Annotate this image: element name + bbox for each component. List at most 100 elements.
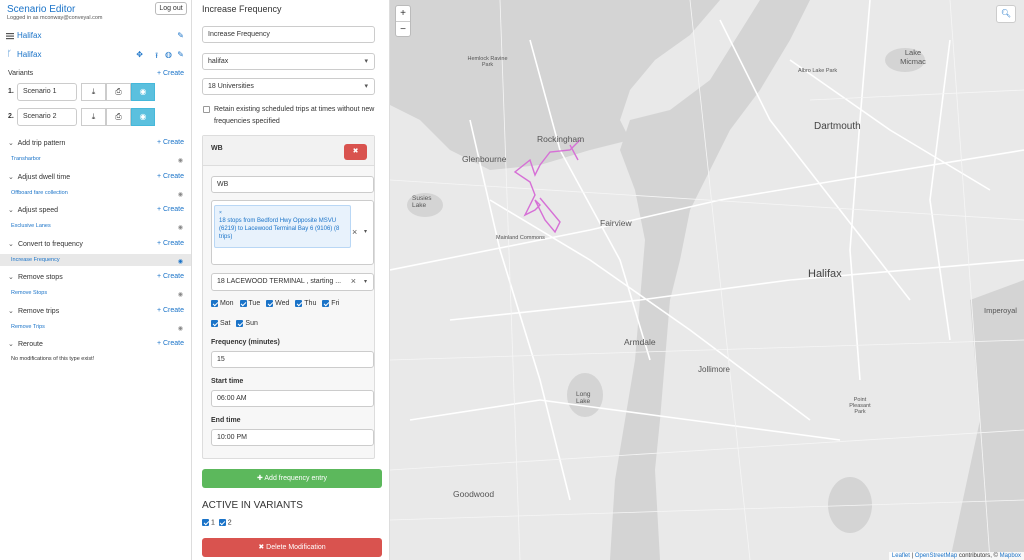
feed-value: halifax <box>208 58 229 65</box>
variant-1-checkbox[interactable] <box>202 519 209 526</box>
edit-project-icon[interactable]: ✎ <box>177 31 184 40</box>
project-name[interactable]: Halifax <box>17 31 41 40</box>
day-checkbox[interactable] <box>211 300 218 307</box>
chevron-down-icon: ⌄ <box>8 207 14 214</box>
zoom-in-button[interactable]: + <box>396 6 410 21</box>
bundle-name[interactable]: Halifax <box>17 50 41 59</box>
logout-button[interactable]: Log out <box>155 2 187 15</box>
project-row: Halifax ✎ <box>0 29 191 46</box>
add-frequency-entry-button[interactable]: ✚ Add frequency entry <box>202 469 382 488</box>
map-label: Lake Micmac <box>900 48 926 66</box>
entry-name-input[interactable]: WB <box>211 176 374 193</box>
create-modification-button[interactable]: + Create <box>157 173 184 180</box>
trip-select[interactable]: 18 LACEWOOD TERMINAL , starting ... × ▾ <box>211 273 374 291</box>
modification-item[interactable]: Exclusive Lanes ◉ <box>0 220 191 234</box>
show-variant-button[interactable]: ◉ <box>131 83 155 101</box>
clear-icon[interactable]: × <box>352 227 357 237</box>
day-checkbox[interactable] <box>322 300 330 307</box>
category-toggle[interactable]: ⌄ Remove trips <box>8 307 59 315</box>
day-checkbox[interactable] <box>295 300 303 307</box>
app-title: Scenario Editor <box>7 4 76 15</box>
day-option[interactable]: Sat <box>211 320 230 327</box>
create-modification-button[interactable]: + Create <box>157 240 184 247</box>
category-toggle[interactable]: ⌄ Adjust dwell time <box>8 173 70 181</box>
mapbox-link[interactable]: Mapbox <box>1000 553 1021 559</box>
variant-2-checkbox[interactable] <box>218 519 226 526</box>
print-button[interactable]: ⎙ <box>106 108 131 126</box>
create-modification-button[interactable]: + Create <box>157 273 184 280</box>
eye-icon[interactable]: ◉ <box>178 289 183 301</box>
retain-trips-checkbox[interactable] <box>203 106 210 113</box>
modification-item[interactable]: Remove Trips ◉ <box>0 321 191 335</box>
eye-icon[interactable]: ◉ <box>178 189 183 201</box>
download-button[interactable]: ⤓ <box>81 108 106 126</box>
modification-item[interactable]: Offboard fare collection ◉ <box>0 187 191 201</box>
category-toggle[interactable]: ⌄ Add trip pattern <box>8 139 65 147</box>
create-modification-button[interactable]: + Create <box>157 139 184 146</box>
map-label: Long Lake <box>576 391 591 405</box>
segment-tag[interactable]: × 18 stops from Bedford Hwy Opposite MSV… <box>214 205 351 248</box>
remove-entry-button[interactable]: ✖ <box>344 144 367 160</box>
eye-icon[interactable]: ◉ <box>178 155 183 167</box>
logged-in-text: Logged in as mconway@conveyal.com <box>7 15 103 21</box>
day-checkbox[interactable] <box>239 300 247 307</box>
eye-icon[interactable]: ◉ <box>178 323 183 335</box>
globe-icon[interactable]: ◍ <box>165 50 172 59</box>
trip-value: 18 LACEWOOD TERMINAL , starting ... <box>217 278 342 285</box>
day-option[interactable]: Fri <box>322 300 339 307</box>
feed-select[interactable]: halifax ▾ <box>202 53 375 70</box>
remove-tag-icon[interactable]: × <box>219 210 222 216</box>
category-toggle[interactable]: ⌄ Reroute <box>8 340 43 348</box>
modification-category: ⌄ Adjust dwell time + Create <box>0 168 191 185</box>
chevron-down-icon[interactable]: ▾ <box>364 278 367 285</box>
category-toggle[interactable]: ⌄ Adjust speed <box>8 206 58 214</box>
leaflet-link[interactable]: Leaflet <box>892 553 910 559</box>
day-option[interactable]: Thu <box>295 300 316 307</box>
edit-bundle-icon[interactable]: ✎ <box>177 50 184 59</box>
eye-icon[interactable]: ◉ <box>178 222 183 234</box>
create-variant-button[interactable]: + Create <box>157 70 184 77</box>
print-button[interactable]: ⎙ <box>106 83 131 101</box>
day-checkbox[interactable] <box>236 320 244 327</box>
day-checkbox[interactable] <box>266 300 274 307</box>
clear-icon[interactable]: × <box>351 276 356 286</box>
day-option[interactable]: Sun <box>236 320 258 327</box>
chevron-down-icon[interactable]: ▾ <box>364 228 367 235</box>
segment-select[interactable]: × 18 stops from Bedford Hwy Opposite MSV… <box>211 200 374 265</box>
create-label: Create <box>162 306 184 314</box>
day-checkbox[interactable] <box>211 320 218 327</box>
variant-name-input[interactable]: Scenario 2 <box>17 108 77 126</box>
map-view[interactable]: Rockingham Glenbourne Fairview Halifax D… <box>390 0 1024 560</box>
retain-trips-option[interactable]: Retain existing scheduled trips at times… <box>202 104 377 128</box>
modification-item[interactable]: Remove Stops ◉ <box>0 287 191 301</box>
category-toggle[interactable]: ⌄ Remove stops <box>8 273 63 281</box>
upload-icon[interactable]: ⭱ <box>155 50 158 64</box>
crosshair-icon[interactable]: ✥ <box>136 50 143 59</box>
end-time-input[interactable]: 10:00 PM <box>211 429 374 446</box>
day-label: Wed <box>275 300 290 308</box>
modification-item[interactable]: Increase Frequency ◉ <box>0 253 191 268</box>
osm-link[interactable]: OpenStreetMap <box>915 553 957 559</box>
eye-icon: ◉ <box>139 112 147 121</box>
zoom-out-button[interactable]: − <box>396 21 410 36</box>
chevron-down-icon: ⌄ <box>8 140 14 147</box>
day-option[interactable]: Tue <box>239 300 260 307</box>
map-search-button[interactable]: 🔍︎ <box>996 5 1016 23</box>
variant-name-input[interactable]: Scenario 1 <box>17 83 77 101</box>
create-modification-button[interactable]: + Create <box>157 307 184 314</box>
modification-item[interactable]: Transharbor ◉ <box>0 153 191 167</box>
day-option[interactable]: Mon <box>211 300 234 307</box>
create-modification-button[interactable]: + Create <box>157 340 184 347</box>
create-modification-button[interactable]: + Create <box>157 206 184 213</box>
download-button[interactable]: ⤓ <box>81 83 106 101</box>
show-variant-button[interactable]: ◉ <box>131 108 155 126</box>
modification-name-input[interactable]: Increase Frequency <box>202 26 375 43</box>
category-toggle[interactable]: ⌄ Convert to frequency <box>8 240 83 248</box>
delete-modification-button[interactable]: ✖ Delete Modification <box>202 538 382 557</box>
print-icon: ⎙ <box>115 87 122 96</box>
day-option[interactable]: Wed <box>266 300 289 307</box>
route-select[interactable]: 18 Universities ▾ <box>202 78 375 95</box>
frequency-input[interactable]: 15 <box>211 351 374 368</box>
start-time-input[interactable]: 06:00 AM <box>211 390 374 407</box>
eye-icon[interactable]: ◉ <box>178 256 183 268</box>
